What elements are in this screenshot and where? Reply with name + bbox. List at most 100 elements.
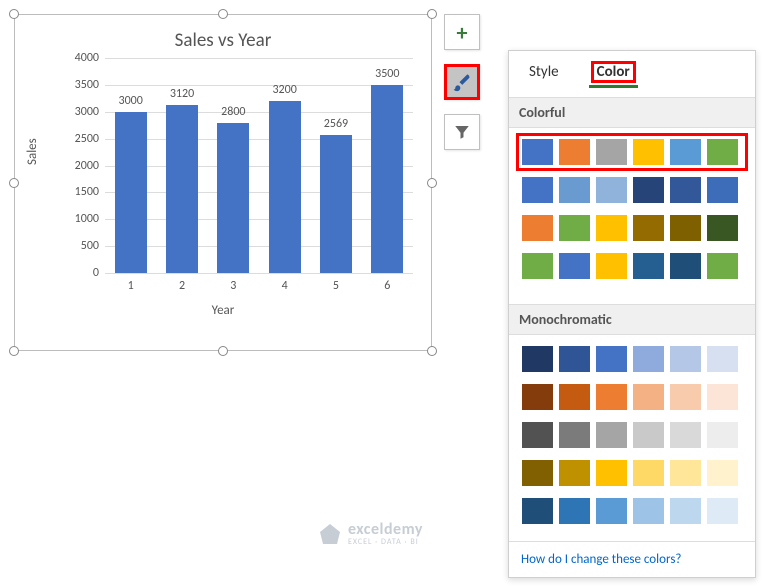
- color-swatch: [559, 384, 590, 410]
- y-tick-label: 3000: [65, 105, 99, 119]
- color-swatch: [559, 177, 590, 203]
- color-scheme-row[interactable]: [519, 174, 745, 206]
- section-header-colorful: Colorful: [509, 97, 755, 128]
- resize-handle[interactable]: [9, 178, 19, 188]
- color-scheme-row[interactable]: [519, 136, 745, 168]
- color-scheme-row[interactable]: [519, 419, 745, 451]
- filter-icon: [453, 123, 471, 141]
- color-swatch: [633, 253, 664, 279]
- color-swatch: [559, 215, 590, 241]
- plot-area[interactable]: 300013120228003320042569535006 050010001…: [70, 58, 413, 273]
- chart-style-panel: Style Color Colorful Monochromatic How d…: [508, 50, 756, 578]
- chart-styles-button[interactable]: [444, 64, 480, 100]
- color-swatch: [670, 384, 701, 410]
- color-swatch: [633, 177, 664, 203]
- brush-icon: [452, 72, 472, 92]
- data-label: 2569: [324, 117, 348, 131]
- bar[interactable]: 30001: [115, 112, 147, 273]
- gridline: [105, 273, 413, 274]
- y-tick-label: 1000: [65, 212, 99, 226]
- color-swatch: [596, 215, 627, 241]
- color-swatch: [559, 460, 590, 486]
- brand-name: exceldemy: [348, 522, 423, 538]
- color-swatch: [522, 498, 553, 524]
- y-tick-label: 0: [65, 266, 99, 280]
- color-swatch: [559, 422, 590, 448]
- color-swatch: [596, 422, 627, 448]
- resize-handle[interactable]: [218, 346, 228, 356]
- x-tick-label: 6: [384, 279, 390, 293]
- x-axis-label: Year: [15, 303, 431, 318]
- color-swatch: [707, 177, 738, 203]
- color-swatch: [522, 384, 553, 410]
- color-swatch: [559, 253, 590, 279]
- x-tick-label: 1: [128, 279, 134, 293]
- color-swatch: [522, 177, 553, 203]
- chart-container[interactable]: Sales vs Year Sales 30001312022800332004…: [14, 14, 432, 351]
- color-scheme-row[interactable]: [519, 381, 745, 413]
- panel-help-link[interactable]: How do I change these colors?: [509, 541, 755, 577]
- color-scheme-row[interactable]: [519, 495, 745, 527]
- data-label: 2800: [221, 105, 245, 119]
- data-label: 3500: [375, 67, 399, 81]
- color-swatch: [633, 422, 664, 448]
- color-swatch: [670, 346, 701, 372]
- y-tick-label: 3500: [65, 78, 99, 92]
- bar[interactable]: 25695: [320, 135, 352, 273]
- color-swatch: [633, 139, 664, 165]
- color-scheme-row[interactable]: [519, 212, 745, 244]
- data-label: 3120: [170, 87, 194, 101]
- bar[interactable]: 35006: [371, 85, 403, 273]
- brand-logo-icon: [320, 524, 340, 544]
- color-swatch: [522, 422, 553, 448]
- y-tick-label: 2000: [65, 159, 99, 173]
- color-scheme-row[interactable]: [519, 457, 745, 489]
- y-tick-label: 500: [65, 239, 99, 253]
- monochromatic-palette: [509, 335, 755, 541]
- chart-filters-button[interactable]: [444, 114, 480, 150]
- color-swatch: [596, 139, 627, 165]
- color-scheme-row[interactable]: [519, 250, 745, 282]
- resize-handle[interactable]: [218, 9, 228, 19]
- color-swatch: [596, 460, 627, 486]
- chart-elements-button[interactable]: +: [444, 14, 480, 50]
- brand-tagline: EXCEL · DATA · BI: [348, 538, 423, 546]
- bar[interactable]: 32004: [269, 101, 301, 273]
- color-swatch: [633, 384, 664, 410]
- color-swatch: [522, 139, 553, 165]
- y-tick-label: 1500: [65, 185, 99, 199]
- color-swatch: [633, 215, 664, 241]
- color-swatch: [707, 422, 738, 448]
- chart-side-buttons: +: [444, 14, 480, 150]
- x-tick-label: 5: [333, 279, 339, 293]
- color-swatch: [559, 498, 590, 524]
- color-swatch: [559, 139, 590, 165]
- section-header-mono: Monochromatic: [509, 304, 755, 335]
- color-swatch: [670, 215, 701, 241]
- x-tick-label: 4: [282, 279, 288, 293]
- bar[interactable]: 31202: [166, 105, 198, 273]
- color-swatch: [707, 384, 738, 410]
- color-swatch: [522, 215, 553, 241]
- color-swatch: [596, 177, 627, 203]
- color-swatch: [522, 346, 553, 372]
- resize-handle[interactable]: [427, 346, 437, 356]
- resize-handle[interactable]: [9, 9, 19, 19]
- tab-color[interactable]: Color: [585, 61, 642, 85]
- color-swatch: [670, 498, 701, 524]
- resize-handle[interactable]: [9, 346, 19, 356]
- color-swatch: [670, 460, 701, 486]
- color-swatch: [670, 422, 701, 448]
- resize-handle[interactable]: [427, 178, 437, 188]
- color-swatch: [596, 253, 627, 279]
- color-swatch: [670, 139, 701, 165]
- tab-style[interactable]: Style: [523, 61, 565, 85]
- color-swatch: [633, 498, 664, 524]
- color-scheme-row[interactable]: [519, 343, 745, 375]
- color-swatch: [522, 253, 553, 279]
- resize-handle[interactable]: [427, 9, 437, 19]
- color-swatch: [633, 460, 664, 486]
- y-tick-label: 4000: [65, 51, 99, 65]
- color-swatch: [707, 498, 738, 524]
- bar[interactable]: 28003: [217, 123, 249, 274]
